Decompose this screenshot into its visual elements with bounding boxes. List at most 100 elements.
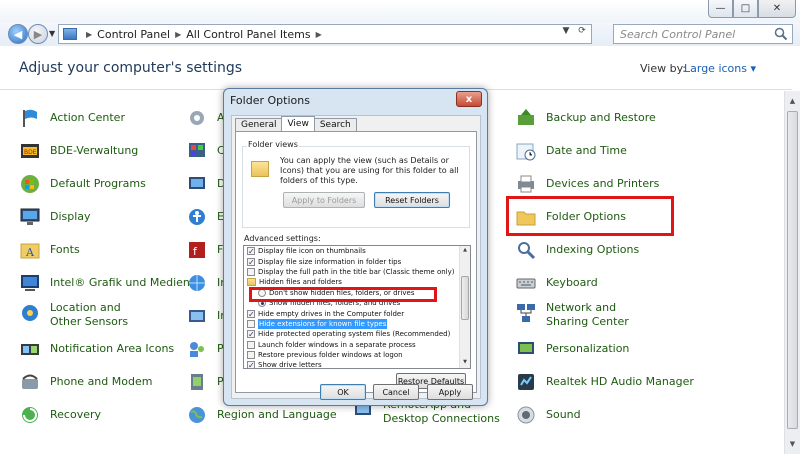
advanced-setting-row[interactable]: Display file size information in folder … [244,256,460,266]
breadcrumb-all-items[interactable]: All Control Panel Items [186,28,310,41]
view-by-dropdown[interactable]: Large icons [684,62,756,75]
cp-item-label[interactable]: Keyboard [546,276,598,290]
content-scrollbar[interactable]: ▲ ▼ [784,91,800,454]
cp-item-backup-restore[interactable]: Backup and Restore [514,103,656,133]
tab-search[interactable]: Search [313,118,357,132]
chevron-down-icon[interactable]: ▼ [559,26,573,36]
checkbox-checked-icon[interactable] [247,361,255,368]
advanced-scroll-thumb[interactable] [461,276,469,320]
cp-item-label[interactable]: Phone and Modem [50,375,152,389]
scroll-up-icon[interactable]: ▲ [785,93,800,109]
chevron-right-icon[interactable]: ▶ [86,30,92,39]
advanced-setting-row[interactable]: Restore previous folder windows at logon [244,350,460,360]
cp-item-col2-7[interactable]: In [185,301,227,331]
checkbox-checked-icon[interactable] [247,247,255,256]
advanced-setting-row[interactable]: Hidden files and folders [244,277,460,287]
breadcrumb-control-panel[interactable]: Control Panel [97,28,170,41]
cp-item-label[interactable]: Action Center [50,111,125,125]
checkbox-icon[interactable] [247,319,255,328]
chevron-right-icon[interactable]: ▶ [175,30,181,39]
checkbox-icon[interactable] [247,340,255,349]
cp-item-label[interactable]: Intel® Grafik und Medien [50,276,190,290]
close-button[interactable]: ✕ [758,0,796,18]
cp-item-intel-grafik[interactable]: Intel® Grafik und Medien [18,268,190,298]
cp-item-label[interactable]: Personalization [546,342,629,356]
cp-item-label[interactable]: Location and Other Sensors [50,301,150,329]
cp-item-col2-5[interactable]: f Fl [185,235,226,265]
scroll-down-icon[interactable]: ▼ [460,359,470,365]
cp-item-fonts[interactable]: A Fonts [18,235,80,265]
advanced-setting-label: Hide empty drives in the Computer folder [258,309,405,318]
checkbox-icon[interactable] [247,351,255,360]
advanced-setting-row[interactable]: Show drive letters [244,360,460,368]
cp-item-location-sensors[interactable]: Location and Other Sensors [18,301,150,331]
scroll-down-icon[interactable]: ▼ [785,436,800,452]
cp-item-label[interactable]: Realtek HD Audio Manager [546,375,694,389]
advanced-setting-row[interactable]: Launch folder windows in a separate proc… [244,340,460,350]
search-input[interactable]: Search Control Panel [613,24,793,44]
cp-item-label[interactable]: Display [50,210,91,224]
cp-item-label[interactable]: Sound [546,408,581,422]
cp-item-default-programs[interactable]: Default Programs [18,169,146,199]
tab-general[interactable]: General [235,118,283,132]
reset-folders-button[interactable]: Reset Folders [374,192,450,208]
cp-item-recovery[interactable]: Recovery [18,400,101,430]
recent-pages-dropdown[interactable]: ▼ [49,29,55,38]
apply-to-folders-button[interactable]: Apply to Folders [283,192,365,208]
scroll-up-icon[interactable]: ▲ [460,247,470,253]
dialog-close-button[interactable]: x [456,91,482,107]
advanced-setting-label: Hidden files and folders [259,278,342,287]
maximize-button[interactable]: □ [733,0,758,18]
cp-item-label[interactable]: Date and Time [546,144,627,158]
cp-item-col2-6[interactable]: In [185,268,227,298]
cp-item-label[interactable]: Indexing Options [546,243,639,257]
phone-icon [18,370,42,394]
advanced-scrollbar[interactable]: ▲ ▼ [459,246,470,368]
cp-item-label[interactable]: Network and Sharing Center [546,301,656,329]
cancel-button[interactable]: Cancel [373,384,419,400]
tab-view[interactable]: View [281,116,315,132]
cp-item-devices-printers[interactable]: Devices and Printers [514,169,659,199]
checkbox-icon[interactable] [247,267,255,276]
address-bar[interactable]: ▶ Control Panel ▶ All Control Panel Item… [58,24,592,44]
apply-button[interactable]: Apply [427,384,473,400]
minimize-button[interactable]: — [708,0,733,18]
advanced-setting-row[interactable]: Hide protected operating system files (R… [244,329,460,339]
cp-item-personalization[interactable]: Personalization [514,334,629,364]
checkbox-checked-icon[interactable] [247,330,255,339]
cp-item-label[interactable]: Notification Area Icons [50,342,174,356]
advanced-setting-row[interactable]: Hide extensions for known file types [244,318,460,329]
advanced-setting-row[interactable]: Display file icon on thumbnails [244,246,460,256]
cp-item-keyboard[interactable]: Keyboard [514,268,598,298]
refresh-icon[interactable]: ⟳ [575,26,589,36]
cp-item-label[interactable]: Devices and Printers [546,177,659,191]
checkbox-checked-icon[interactable] [247,309,255,318]
cp-item-notification-area[interactable]: Notification Area Icons [18,334,174,364]
arrow-right-icon: ▶ [33,27,43,41]
cp-item-bde-verwaltung[interactable]: BDE BDE-Verwaltung [18,136,138,166]
advanced-setting-row[interactable]: Display the full path in the title bar (… [244,267,460,277]
cp-item-label[interactable]: Backup and Restore [546,111,656,125]
cp-item-network-sharing[interactable]: Network and Sharing Center [514,301,656,331]
cp-item-realtek-audio[interactable]: Realtek HD Audio Manager [514,367,694,397]
cp-item-action-center[interactable]: Action Center [18,103,125,133]
cp-item-date-time[interactable]: Date and Time [514,136,627,166]
forward-button[interactable]: ▶ [28,24,48,44]
cp-item-label[interactable]: Region and Language [217,408,337,422]
checkbox-checked-icon[interactable] [247,257,255,266]
cp-item-phone-modem[interactable]: Phone and Modem [18,367,152,397]
advanced-settings-list[interactable]: Display file icon on thumbnailsDisplay f… [243,245,471,369]
cp-item-label[interactable]: Fonts [50,243,80,257]
cp-item-label[interactable]: Recovery [50,408,101,422]
cp-item-indexing-options[interactable]: Indexing Options [514,235,639,265]
advanced-setting-row[interactable]: Hide empty drives in the Computer folder [244,308,460,318]
back-button[interactable]: ◀ [8,24,28,44]
chevron-right-icon[interactable]: ▶ [316,30,322,39]
cp-item-display[interactable]: Display [18,202,91,232]
cp-item-sound[interactable]: Sound [514,400,581,430]
scroll-thumb[interactable] [787,111,798,429]
cp-item-label[interactable]: BDE-Verwaltung [50,144,138,158]
search-icon[interactable] [774,27,788,41]
cp-item-label[interactable]: Default Programs [50,177,146,191]
ok-button[interactable]: OK [320,384,366,400]
